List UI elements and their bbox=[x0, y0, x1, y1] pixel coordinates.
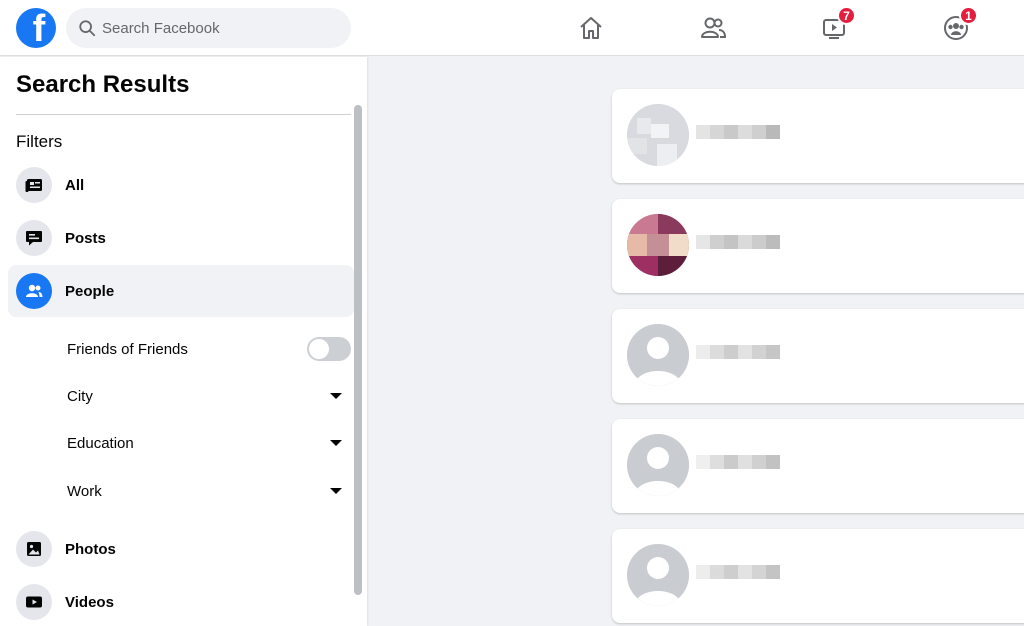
blurred-name[interactable] bbox=[696, 455, 780, 469]
search-filters-sidebar: Search Results Filters All Posts People … bbox=[0, 57, 367, 626]
person-result-4[interactable] bbox=[612, 419, 1024, 513]
avatar[interactable] bbox=[627, 544, 689, 606]
filters-heading: Filters bbox=[16, 132, 63, 151]
facebook-logo-letter: f bbox=[32, 8, 46, 48]
top-navigation-bar: f 7 1 bbox=[0, 0, 1024, 56]
default-avatar-icon bbox=[627, 544, 689, 606]
filter-all[interactable]: All bbox=[8, 159, 354, 211]
search-box[interactable] bbox=[66, 8, 351, 48]
friends-of-friends-filter[interactable]: Friends of Friends bbox=[67, 329, 351, 369]
feed-icon bbox=[16, 167, 52, 203]
groups-badge: 1 bbox=[959, 6, 978, 25]
filter-videos[interactable]: Videos bbox=[8, 576, 354, 626]
sidebar-scrollbar[interactable] bbox=[354, 105, 362, 595]
nav-groups[interactable]: 1 bbox=[938, 6, 978, 46]
people-icon bbox=[16, 273, 52, 309]
person-result-1[interactable] bbox=[612, 89, 1024, 183]
chevron-down-icon bbox=[330, 393, 342, 399]
filter-posts[interactable]: Posts bbox=[8, 212, 354, 264]
education-label: Education bbox=[67, 434, 134, 452]
chevron-down-icon bbox=[330, 440, 342, 446]
avatar[interactable] bbox=[627, 324, 689, 386]
home-icon bbox=[580, 17, 602, 39]
blurred-name[interactable] bbox=[696, 345, 780, 359]
search-input[interactable] bbox=[102, 19, 342, 37]
person-result-3[interactable] bbox=[612, 309, 1024, 403]
videos-icon bbox=[16, 584, 52, 620]
work-filter[interactable]: Work bbox=[67, 471, 351, 511]
toggle-knob bbox=[309, 339, 329, 359]
person-result-5[interactable] bbox=[612, 529, 1024, 623]
avatar[interactable] bbox=[627, 104, 689, 166]
page-title: Search Results bbox=[16, 71, 190, 98]
city-label: City bbox=[67, 387, 93, 405]
filter-photos[interactable]: Photos bbox=[8, 523, 354, 575]
city-filter[interactable]: City bbox=[67, 376, 351, 416]
friends-icon bbox=[701, 17, 727, 38]
nav-friends[interactable] bbox=[695, 10, 731, 46]
nav-watch[interactable]: 7 bbox=[816, 6, 856, 46]
filter-all-label: All bbox=[65, 176, 85, 194]
education-filter[interactable]: Education bbox=[67, 423, 351, 463]
friends-of-friends-toggle[interactable] bbox=[307, 337, 351, 361]
blurred-name[interactable] bbox=[696, 125, 780, 139]
friends-of-friends-label: Friends of Friends bbox=[67, 340, 188, 358]
default-avatar-icon bbox=[627, 324, 689, 386]
blurred-name[interactable] bbox=[696, 565, 780, 579]
chevron-down-icon bbox=[330, 488, 342, 494]
search-icon bbox=[79, 20, 96, 37]
filter-videos-label: Videos bbox=[65, 593, 114, 611]
nav-home[interactable] bbox=[573, 10, 609, 46]
watch-badge: 7 bbox=[837, 6, 856, 25]
filter-people-label: People bbox=[65, 282, 115, 300]
avatar[interactable] bbox=[627, 434, 689, 496]
divider bbox=[16, 114, 351, 115]
person-result-2[interactable] bbox=[612, 199, 1024, 293]
work-label: Work bbox=[67, 482, 102, 500]
photos-icon bbox=[16, 531, 52, 567]
facebook-logo[interactable]: f bbox=[16, 8, 56, 48]
filter-photos-label: Photos bbox=[65, 540, 116, 558]
default-avatar-icon bbox=[627, 434, 689, 496]
blurred-name[interactable] bbox=[696, 235, 780, 249]
filter-posts-label: Posts bbox=[65, 229, 106, 247]
filter-people[interactable]: People bbox=[8, 265, 354, 317]
posts-icon bbox=[16, 220, 52, 256]
avatar[interactable] bbox=[627, 214, 689, 276]
